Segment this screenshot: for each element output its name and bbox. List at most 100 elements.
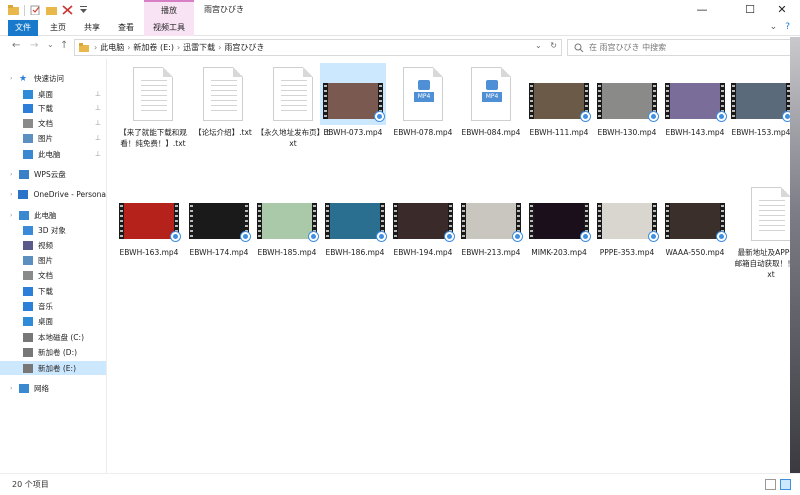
- tab-video-tools[interactable]: 视频工具: [144, 20, 194, 36]
- search-input[interactable]: 在 雨宫ひびき 中搜索: [567, 39, 791, 56]
- desktop-icon: [23, 89, 33, 99]
- file-item[interactable]: EBWH-194.mp4: [390, 183, 456, 279]
- new-folder-icon[interactable]: [46, 5, 57, 15]
- media-player-badge-icon: [580, 111, 591, 122]
- sidebar-item[interactable]: › ★ 快速访问: [0, 71, 106, 85]
- expand-caret-icon[interactable]: ›: [10, 75, 16, 82]
- file-item[interactable]: EBWH-213.mp4: [458, 183, 524, 279]
- sidebar-item-label: 3D 对象: [38, 225, 66, 235]
- sidebar-item[interactable]: › 网络: [0, 381, 106, 395]
- file-item[interactable]: PPPE-353.mp4: [594, 183, 660, 279]
- file-item[interactable]: 【永久地址发布页】.txt: [257, 63, 329, 159]
- breadcrumb-drive-e[interactable]: 新加卷 (E:): [133, 42, 174, 53]
- minimize-button[interactable]: —: [684, 0, 720, 20]
- breadcrumb-thunder-downloads[interactable]: 迅雷下载: [183, 42, 215, 53]
- tab-home[interactable]: 主页: [44, 20, 72, 36]
- sidebar-item[interactable]: › OneDrive - Persona: [0, 187, 106, 201]
- pin-icon: ⊥: [94, 119, 101, 127]
- file-thumbnail: MP4: [458, 63, 524, 125]
- sidebar-item[interactable]: 下载: [0, 284, 106, 298]
- breadcrumb-this-pc[interactable]: 此电脑: [100, 42, 124, 53]
- sidebar-item[interactable]: › WPS云盘: [0, 167, 106, 181]
- breadcrumb-current-folder[interactable]: 雨宫ひびき: [224, 42, 264, 53]
- file-name: 【论坛介绍】.txt: [194, 128, 252, 137]
- file-item[interactable]: EBWH-073.mp4: [320, 63, 386, 159]
- sidebar-item[interactable]: 新加卷 (E:): [0, 361, 106, 375]
- sidebar-item[interactable]: › 此电脑: [0, 208, 106, 222]
- tab-view[interactable]: 查看: [112, 20, 140, 36]
- file-item[interactable]: EBWH-130.mp4: [594, 63, 660, 159]
- sidebar-item[interactable]: 视频: [0, 238, 106, 252]
- recent-locations-button[interactable]: ⌄: [47, 40, 54, 49]
- file-item[interactable]: EBWH-186.mp4: [322, 183, 388, 279]
- close-button[interactable]: ✕: [764, 0, 800, 20]
- folder-icon: [79, 43, 89, 52]
- expand-caret-icon[interactable]: ›: [10, 385, 16, 392]
- expand-caret-icon[interactable]: ›: [10, 212, 16, 219]
- breadcrumb-separator: ›: [218, 43, 222, 52]
- sidebar-item-label: 文档: [38, 118, 53, 128]
- sidebar-item[interactable]: 桌面 ⊥: [0, 87, 106, 101]
- video-thumbnail: [119, 203, 181, 242]
- maximize-button[interactable]: ☐: [732, 0, 768, 20]
- document-icon: [23, 270, 33, 280]
- address-bar[interactable]: › 此电脑 › 新加卷 (E:) › 迅雷下载 › 雨宫ひびき ⌄ ↻: [74, 39, 562, 56]
- pin-icon: ⊥: [94, 104, 101, 112]
- media-player-badge-icon: [240, 231, 251, 242]
- file-name: EBWH-174.mp4: [189, 248, 249, 257]
- navigation-pane: › ★ 快速访问 桌面 ⊥ 下载 ⊥ 文档 ⊥ 图片 ⊥ 此电脑 ⊥ › WPS云盘 › OneDrive - …: [0, 59, 107, 473]
- file-thumbnail: [322, 183, 388, 245]
- sidebar-item[interactable]: 图片: [0, 253, 106, 267]
- sidebar-item[interactable]: 文档 ⊥: [0, 116, 106, 130]
- customize-qat-icon[interactable]: [78, 5, 89, 15]
- file-item[interactable]: EBWH-163.mp4: [116, 183, 182, 279]
- media-player-badge-icon: [170, 231, 181, 242]
- sidebar-item-label: 快速访问: [34, 73, 64, 83]
- file-item[interactable]: WAAA-550.mp4: [662, 183, 728, 279]
- sidebar-item[interactable]: 3D 对象: [0, 223, 106, 237]
- properties-icon[interactable]: [30, 5, 41, 16]
- forward-button[interactable]: →: [30, 40, 38, 51]
- file-item[interactable]: EBWH-185.mp4: [254, 183, 320, 279]
- sidebar-item-label: 网络: [34, 383, 49, 393]
- sidebar-item[interactable]: 图片 ⊥: [0, 131, 106, 145]
- file-item[interactable]: MIMK-203.mp4: [526, 183, 592, 279]
- pin-icon: ⊥: [94, 150, 101, 158]
- expand-caret-icon[interactable]: ›: [10, 191, 15, 198]
- sidebar-item[interactable]: 文档: [0, 268, 106, 282]
- file-item[interactable]: EBWH-174.mp4: [186, 183, 252, 279]
- sidebar-item[interactable]: 本地磁盘 (C:): [0, 330, 106, 344]
- file-item[interactable]: EBWH-153.mp4: [728, 63, 794, 159]
- expand-caret-icon[interactable]: ›: [10, 171, 16, 178]
- file-item[interactable]: EBWH-143.mp4: [662, 63, 728, 159]
- large-icons-view-icon[interactable]: [780, 479, 791, 490]
- back-button[interactable]: ←: [12, 40, 20, 51]
- tab-file[interactable]: 文件: [8, 20, 38, 36]
- file-item[interactable]: EBWH-111.mp4: [526, 63, 592, 159]
- folder-icon: [8, 5, 19, 15]
- refresh-button[interactable]: ↻: [550, 41, 557, 50]
- file-name: EBWH-185.mp4: [257, 248, 317, 257]
- sidebar-item[interactable]: 此电脑 ⊥: [0, 147, 106, 161]
- media-player-badge-icon: [376, 231, 387, 242]
- file-item[interactable]: MP4 EBWH-084.mp4: [458, 63, 524, 159]
- sidebar-item-label: 下载: [38, 103, 53, 113]
- delete-icon[interactable]: [62, 5, 73, 15]
- sidebar-item-label: 新加卷 (E:): [38, 363, 77, 373]
- expand-ribbon-button[interactable]: ⌄: [770, 22, 778, 32]
- file-item[interactable]: MP4 EBWH-078.mp4: [390, 63, 456, 159]
- file-item[interactable]: 【来了就能下载和观看！纯免费！】.txt: [119, 63, 187, 159]
- sidebar-item[interactable]: 音乐: [0, 299, 106, 313]
- file-item[interactable]: 【论坛介绍】.txt: [190, 63, 256, 159]
- sidebar-item[interactable]: 新加卷 (D:): [0, 345, 106, 359]
- sidebar-item[interactable]: 下载 ⊥: [0, 101, 106, 115]
- video-thumbnail: [323, 83, 385, 122]
- help-button[interactable]: ?: [785, 22, 790, 32]
- address-dropdown-button[interactable]: ⌄: [535, 41, 542, 50]
- details-view-icon[interactable]: [765, 479, 776, 490]
- up-button[interactable]: ↑: [60, 40, 68, 51]
- sidebar-item[interactable]: 桌面: [0, 314, 106, 328]
- file-thumbnail: [594, 63, 660, 125]
- tab-share[interactable]: 共享: [78, 20, 106, 36]
- file-thumbnail: [186, 183, 252, 245]
